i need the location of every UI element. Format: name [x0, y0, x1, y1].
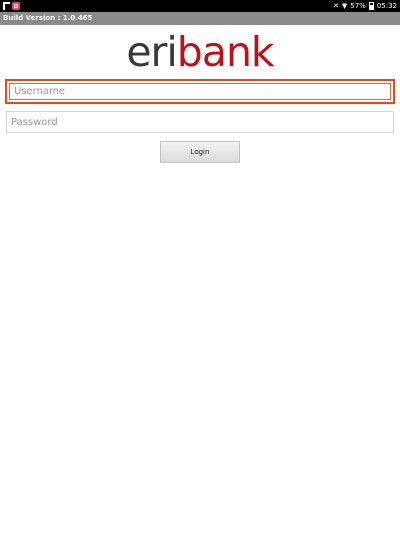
logo-text-eri: eri [126, 28, 177, 76]
app-notification-icon [12, 2, 20, 10]
notification-icons [3, 2, 20, 10]
build-version-text: Build Version : 1.0.465 [3, 14, 93, 22]
status-bar: ✕ ▼ 57% 05:32 [0, 0, 400, 12]
username-focus-frame [5, 79, 395, 104]
logo-text-bank: bank [176, 28, 275, 76]
battery-icon [368, 2, 374, 10]
eribank-logo: eribank [0, 30, 400, 74]
login-button[interactable]: Login [160, 141, 240, 163]
wifi-icon: ▼ [341, 2, 348, 10]
battery-percent: 57% [350, 2, 366, 10]
status-time: 05:32 [376, 2, 397, 10]
username-input[interactable] [9, 83, 391, 100]
f-notification-icon [3, 2, 10, 10]
status-indicators: ✕ ▼ 57% 05:32 [333, 0, 397, 12]
password-input[interactable] [6, 111, 394, 133]
build-version-bar: Build Version : 1.0.465 [0, 12, 400, 25]
mute-icon: ✕ [332, 2, 339, 10]
